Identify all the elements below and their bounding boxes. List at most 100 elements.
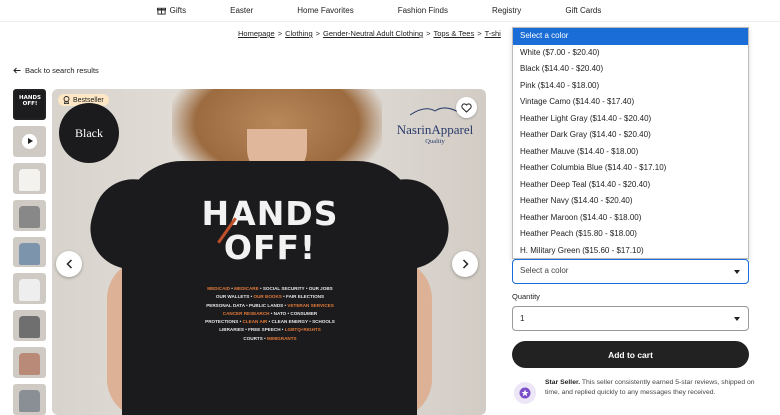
nav-item-easter[interactable]: Easter	[208, 6, 275, 15]
play-icon	[22, 133, 37, 149]
print-segment: VETERAN SERVICES	[287, 302, 334, 308]
print-segment: MEDICAID	[207, 286, 230, 291]
product-main-image: HANDS OFF! MEDICAID • MEDICARE • SOCIAL …	[52, 89, 486, 415]
print-segment: • FAIR ELECTIONS	[281, 294, 325, 300]
brand-name: NasrinApparel	[396, 122, 474, 137]
quantity-value: 1	[520, 314, 525, 323]
color-option[interactable]: Heather Deep Teal ($14.40 - $20.40)	[513, 177, 748, 194]
breadcrumb-link[interactable]: Homepage	[238, 29, 275, 41]
nav-item-registry[interactable]: Registry	[470, 6, 543, 15]
nav-item-gifts[interactable]: Gifts	[156, 6, 208, 15]
thumbnail-image[interactable]	[13, 162, 46, 194]
star-badge-icon	[519, 387, 531, 399]
print-line: PROTECTIONS • CLEAN AIR • CLEAN ENERGY •…	[202, 318, 338, 326]
add-to-cart-label: Add to cart	[608, 349, 653, 360]
print-segment: CANCER RESEARCH	[222, 310, 270, 316]
breadcrumb-separator: >	[477, 29, 482, 38]
nav-item-fashion-finds[interactable]: Fashion Finds	[376, 6, 470, 15]
print-line: OUR WALLETS • OUR BOOKS • FAIR ELECTIONS	[202, 293, 338, 301]
breadcrumb-link[interactable]: T-shi	[485, 29, 501, 41]
thumbnail-image[interactable]	[13, 384, 46, 415]
tshirt-print-title: HANDS OFF!	[200, 197, 340, 265]
print-segment: LGBTQ+RIGHTS	[284, 327, 321, 333]
print-line: PERSONAL DATA • PUBLIC LANDS • VETERAN S…	[202, 302, 338, 310]
print-segment: • CLEAN ENERGY • SCHOOLS	[267, 319, 335, 325]
print-segment: MEDICARE	[234, 286, 259, 291]
color-select-value: Select a color	[520, 266, 569, 275]
nav-item-gift-cards[interactable]: Gift Cards	[543, 6, 623, 15]
caret-down-icon	[734, 317, 740, 321]
color-option[interactable]: Select a color	[513, 28, 748, 45]
color-option[interactable]: Heather Light Gray ($14.40 - $20.40)	[513, 111, 748, 128]
breadcrumb-link[interactable]: Tops & Tees	[433, 29, 474, 41]
color-option[interactable]: Pink ($14.40 - $18.00)	[513, 78, 748, 95]
ribbon-icon	[63, 96, 70, 104]
color-option[interactable]: Heather Dark Gray ($14.40 - $20.40)	[513, 127, 748, 144]
thumbnail-image[interactable]	[13, 347, 46, 379]
color-option[interactable]: Heather Mauve ($14.40 - $18.00)	[513, 144, 748, 161]
print-segment: OUR WALLETS •	[215, 294, 254, 300]
thumbnail-image[interactable]: HANDS OFF!	[13, 89, 46, 120]
thumbnail-video[interactable]	[13, 125, 46, 157]
color-option[interactable]: H. Military Green ($15.60 - $17.10)	[513, 243, 748, 259]
print-line: COURTS • IMMIGRANTS	[202, 335, 338, 343]
print-line: CANCER RESEARCH • NATO • CONSUMER	[202, 310, 338, 318]
print-segment: IMMIGRANTS	[266, 335, 297, 341]
print-segment: • NATO • CONSUMER	[269, 310, 318, 316]
color-option[interactable]: Heather Columbia Blue ($14.40 - $17.10)	[513, 160, 748, 177]
nav-item-label: Gifts	[169, 6, 187, 15]
breadcrumb-separator: >	[426, 29, 431, 38]
breadcrumb: Homepage > Clothing > Gender-Neutral Adult…	[238, 29, 513, 41]
favorite-button[interactable]	[456, 97, 477, 118]
arrow-left-icon	[13, 67, 21, 74]
thumbnail-image[interactable]	[13, 310, 46, 342]
nav-item-label: Gift Cards	[565, 6, 602, 15]
color-option[interactable]: Vintage Camo ($14.40 - $17.40)	[513, 94, 748, 111]
color-option[interactable]: White ($7.00 - $20.40)	[513, 45, 748, 62]
print-segment: PROTECTIONS •	[205, 319, 243, 325]
print-segment: COURTS •	[243, 335, 267, 341]
nav-item-label: Registry	[491, 6, 522, 15]
gift-icon	[156, 7, 166, 15]
star-seller-title: Star Seller.	[545, 379, 581, 386]
breadcrumb-link[interactable]: Clothing	[285, 29, 313, 41]
breadcrumb-separator: >	[277, 29, 283, 38]
thumbnail-list: HANDS OFF!	[13, 89, 46, 415]
caret-down-icon	[734, 270, 740, 274]
breadcrumb-separator: >	[315, 29, 321, 38]
thumbnail-image[interactable]	[13, 273, 46, 305]
nav-item-label: Easter	[230, 6, 254, 15]
back-link-label: Back to search results	[25, 66, 99, 75]
nav-item-label: Home Favorites	[297, 6, 354, 15]
quantity-select[interactable]: 1	[512, 306, 749, 331]
print-segment: LIBRARIES • FREE SPEECH •	[219, 327, 285, 333]
quantity-label: Quantity	[512, 292, 540, 301]
color-select[interactable]: Select a color	[512, 259, 749, 284]
print-segment: CLEAN AIR	[242, 319, 268, 325]
print-segment: PERSONAL DATA • PUBLIC LANDS •	[206, 302, 288, 308]
chevron-left-icon	[65, 259, 72, 269]
color-option[interactable]: Heather Maroon ($14.40 - $18.00)	[513, 210, 748, 227]
print-line: LIBRARIES • FREE SPEECH • LGBTQ+RIGHTS	[202, 326, 338, 334]
thumbnail-image[interactable]	[13, 199, 46, 231]
color-option[interactable]: Heather Navy ($14.40 - $20.40)	[513, 193, 748, 210]
swatch-label: Black	[75, 125, 103, 140]
heart-icon	[461, 102, 472, 113]
star-seller-text: Star Seller. This seller consistently ea…	[545, 378, 757, 398]
previous-image-button[interactable]	[56, 251, 82, 277]
thumbnail-print: HANDS OFF!	[19, 95, 41, 107]
thumbnail-image[interactable]	[13, 236, 46, 268]
back-to-search-link[interactable]: Back to search results	[13, 66, 99, 75]
print-segment: OUR BOOKS	[253, 294, 282, 300]
color-option[interactable]: Heather Peach ($15.80 - $18.00)	[513, 226, 748, 243]
color-option[interactable]: Black ($14.40 - $20.40)	[513, 61, 748, 78]
print-line: MEDICAID • MEDICARE • SOCIAL SECURITY • …	[202, 285, 338, 293]
nav-item-home-favorites[interactable]: Home Favorites	[275, 6, 375, 15]
nav-item-label: Fashion Finds	[397, 6, 448, 15]
print-segment: • SOCIAL SECURITY • OUR JOBS	[258, 286, 333, 291]
next-image-button[interactable]	[452, 251, 478, 277]
add-to-cart-button[interactable]: Add to cart	[512, 341, 749, 368]
top-navigation: Gifts Easter Home Favorites Fashion Find…	[0, 0, 780, 22]
print-title-line: HANDS	[201, 194, 339, 233]
breadcrumb-link[interactable]: Gender-Neutral Adult Clothing	[323, 29, 423, 41]
